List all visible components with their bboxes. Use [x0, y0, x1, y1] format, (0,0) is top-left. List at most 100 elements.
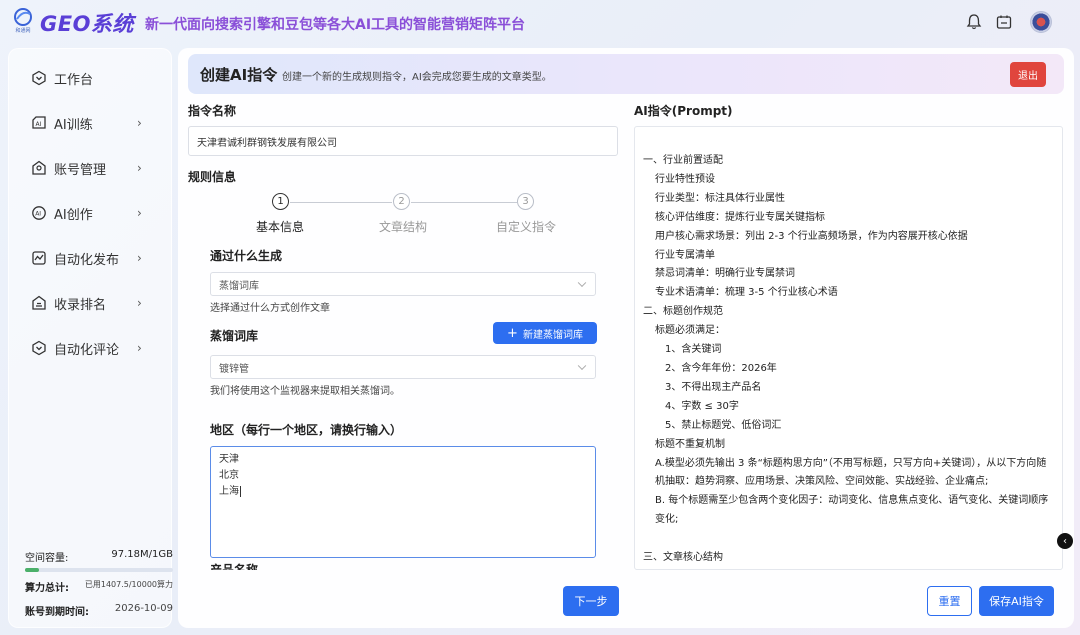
publish-icon: [32, 251, 46, 265]
generate-by-select[interactable]: 蒸馏词库: [210, 272, 596, 296]
generate-by-help: 选择通过什么方式创作文章: [210, 303, 330, 314]
sidebar-item-ai-create[interactable]: AI AI创作 ›: [9, 196, 173, 230]
library-value: 镀锌管: [219, 363, 249, 375]
step-3-label[interactable]: 自定义指令: [496, 218, 556, 235]
ranking-icon: [32, 295, 46, 310]
region-line: 上海: [219, 485, 241, 497]
step-1-label[interactable]: 基本信息: [256, 218, 304, 235]
prompt-line: 1、含关键词: [665, 344, 722, 356]
step-3-circle[interactable]: 3: [517, 193, 534, 210]
region-textarea[interactable]: 天津 北京 上海: [210, 446, 596, 558]
region-line: 天津: [219, 454, 239, 465]
logo-subtext: 和通网: [15, 28, 31, 34]
logo: 和通网: [10, 8, 36, 36]
prompt-line: 标题不重复机制: [655, 438, 725, 450]
bell-icon[interactable]: [965, 13, 983, 31]
svg-text:AI: AI: [35, 211, 41, 218]
user-avatar[interactable]: [1030, 11, 1052, 33]
ai-create-icon: AI: [32, 206, 46, 220]
storage-info: 空间容量: 97.18M/1GB: [25, 549, 173, 564]
sidebar-item-dashboard[interactable]: 工作台: [9, 61, 173, 95]
step-1-circle[interactable]: 1: [272, 193, 289, 210]
prompt-line: 2、含今年年份：2026年: [665, 362, 777, 374]
new-library-label: 新建蒸馏词库: [522, 329, 583, 341]
exit-button[interactable]: 退出: [1010, 62, 1046, 87]
prompt-line: 行业类型：标注具体行业属性: [655, 192, 785, 204]
compute-value: 已用1407.5/10000算力: [84, 580, 173, 589]
logo-icon: [14, 8, 32, 26]
compute-info: 算力总计: 已用1407.5/10000算力: [25, 579, 173, 594]
prompt-line: 禁忌词清单：明确行业专属禁词: [655, 268, 795, 280]
generate-by-label: 通过什么生成: [210, 249, 283, 263]
prompt-textarea[interactable]: 一、行业前置适配 行业特性预设 行业类型：标注具体行业属性 核心评估维度：提炼行业专属…: [634, 126, 1063, 570]
step-2-circle[interactable]: 2: [393, 193, 410, 210]
page-description: 创建一个新的生成规则指令，AI会完成您要生成的文章类型。: [282, 72, 552, 83]
step-connector: [290, 202, 392, 203]
instruction-name-input[interactable]: 天津君诚利群钢铁发展有限公司: [188, 126, 618, 156]
prompt-line: 4、字数 ≤ 30字: [665, 400, 739, 412]
library-select[interactable]: 镀锌管: [210, 355, 596, 379]
prompt-line: 专业术语清单：梳理 3-5 个行业核心术语: [655, 287, 838, 299]
region-line: 北京: [219, 470, 239, 481]
dashboard-icon: [32, 70, 46, 86]
prompt-line: 3、不得出现主产品名: [665, 381, 762, 393]
sidebar-item-label: 工作台: [54, 72, 94, 88]
library-label: 蒸馏词库: [210, 329, 259, 343]
reset-button[interactable]: 重置: [927, 586, 972, 616]
page-title: 创建AI指令: [200, 66, 278, 84]
prompt-label: AI指令(Prompt): [634, 104, 733, 118]
sidebar-item-label: 账号管理: [54, 162, 107, 178]
text-cursor: [240, 485, 241, 497]
chevron-down-icon: [577, 278, 587, 288]
sidebar-item-comment[interactable]: 自动化评论 ›: [9, 331, 173, 365]
prompt-line: 行业专属清单: [655, 249, 715, 261]
instruction-name-label: 指令名称: [188, 104, 237, 118]
expire-value: 2026-10-09: [114, 603, 173, 614]
brand-tagline: 新一代面向搜索引擎和豆包等各大AI工具的智能营销矩阵平台: [145, 17, 526, 33]
sidebar: 工作台 AI AI训练 › 账号管理 › AI AI创作 › 自动化发布 › 收…: [8, 48, 173, 628]
sidebar-item-label: 自动化评论: [54, 342, 120, 358]
ai-training-icon: AI: [32, 116, 46, 129]
top-header: 和通网 GEO系统 新一代面向搜索引擎和豆包等各大AI工具的智能营销矩阵平台: [0, 0, 1080, 46]
sidebar-item-label: 收录排名: [54, 297, 107, 313]
comment-icon: [32, 340, 46, 356]
storage-value: 97.18M/1GB: [111, 549, 173, 560]
step-2-label[interactable]: 文章结构: [379, 218, 427, 235]
save-prompt-button[interactable]: 保存AI指令: [979, 586, 1054, 616]
product-name-label: 产品名称: [210, 563, 259, 570]
new-library-button[interactable]: + 新建蒸馏词库: [493, 322, 597, 344]
sidebar-item-label: AI创作: [54, 207, 93, 223]
collapse-arrow-icon[interactable]: ‹: [1057, 533, 1073, 549]
expire-info: 账号到期时间: 2026-10-09: [25, 603, 173, 618]
message-icon[interactable]: [995, 13, 1013, 31]
brand-name: GEO系统: [40, 12, 134, 36]
prompt-line: A.模型必须先输出 3 条“标题构思方向”（不用写标题，只写方向+关键词），从以…: [655, 457, 1047, 488]
sidebar-item-ranking[interactable]: 收录排名 ›: [9, 286, 173, 320]
step-connector: [411, 202, 517, 203]
sidebar-item-label: AI训练: [54, 117, 93, 133]
prompt-line: B. 每个标题需至少包含两个变化因子：动词变化、信息焦点变化、语气变化、关键词顺…: [655, 495, 1049, 526]
prompt-line: 5、禁止标题党、低俗词汇: [665, 419, 782, 431]
generate-by-value: 蒸馏词库: [219, 280, 259, 292]
main-panel: 创建AI指令 创建一个新的生成规则指令，AI会完成您要生成的文章类型。 退出 指…: [178, 48, 1074, 628]
svg-text:AI: AI: [36, 121, 42, 128]
expire-label: 账号到期时间:: [25, 607, 89, 618]
prompt-line: 用户核心需求场景：列出 2-3 个行业高频场景，作为内容展开核心依据: [655, 230, 968, 242]
prompt-line: 行业特性预设: [655, 173, 715, 185]
sidebar-item-ai-training[interactable]: AI AI训练 ›: [9, 106, 173, 140]
next-step-button[interactable]: 下一步: [563, 586, 619, 616]
page-banner: 创建AI指令 创建一个新的生成规则指令，AI会完成您要生成的文章类型。 退出: [188, 54, 1064, 94]
rules-info-label: 规则信息: [188, 170, 237, 184]
compute-label: 算力总计:: [25, 583, 69, 594]
sidebar-item-account[interactable]: 账号管理 ›: [9, 151, 173, 185]
prompt-line: 二、标题创作规范: [643, 306, 723, 318]
storage-label: 空间容量:: [25, 553, 69, 564]
sidebar-item-label: 自动化发布: [54, 252, 120, 268]
sidebar-item-publish[interactable]: 自动化发布 ›: [9, 241, 173, 275]
prompt-line: 核心评估维度：提炼行业专属关键指标: [655, 211, 825, 223]
chevron-right-icon: ›: [137, 206, 142, 220]
account-icon: [32, 160, 46, 175]
chevron-down-icon: [577, 361, 587, 371]
storage-progress-bar: [25, 568, 173, 572]
product-name-label-clip: 产品名称: [210, 562, 600, 570]
